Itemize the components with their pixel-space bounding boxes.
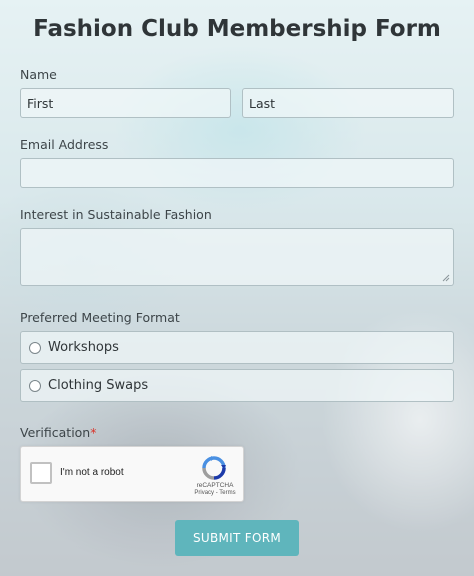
- meeting-format-label: Preferred Meeting Format: [20, 310, 180, 325]
- interest-label: Interest in Sustainable Fashion: [20, 207, 212, 222]
- last-name-placeholder: Last: [249, 95, 276, 111]
- name-label: Name: [20, 67, 57, 82]
- recaptcha-links[interactable]: Privacy - Terms: [187, 490, 243, 496]
- recaptcha-label: I'm not a robot: [60, 467, 124, 478]
- email-input[interactable]: [20, 158, 454, 188]
- recaptcha-checkbox[interactable]: [30, 462, 52, 484]
- option-clothing-swaps-label: Clothing Swaps: [48, 378, 149, 393]
- verification-label-text: Verification: [20, 425, 91, 440]
- membership-form: Fashion Club Membership Form Name First …: [0, 0, 474, 576]
- radio-workshops[interactable]: [29, 341, 41, 354]
- resize-handle-icon[interactable]: [442, 274, 450, 282]
- submit-button[interactable]: SUBMIT FORM: [175, 520, 299, 556]
- option-clothing-swaps[interactable]: Clothing Swaps: [20, 369, 454, 402]
- form-title: Fashion Club Membership Form: [33, 16, 441, 42]
- first-name-placeholder: First: [27, 95, 54, 111]
- first-name-input[interactable]: First: [20, 88, 231, 118]
- email-label: Email Address: [20, 137, 109, 152]
- interest-textarea[interactable]: [20, 228, 454, 286]
- required-mark: *: [90, 425, 97, 440]
- recaptcha-widget: I'm not a robot reCAPTCHA Privacy - Term…: [20, 446, 244, 502]
- recaptcha-brand: reCAPTCHA: [196, 482, 234, 489]
- recaptcha-logo-icon: [202, 456, 226, 480]
- option-workshops[interactable]: Workshops: [20, 331, 454, 364]
- last-name-input[interactable]: Last: [242, 88, 454, 118]
- radio-clothing-swaps[interactable]: [29, 379, 41, 392]
- option-workshops-label: Workshops: [48, 340, 119, 355]
- verification-label: Verification*: [20, 425, 96, 440]
